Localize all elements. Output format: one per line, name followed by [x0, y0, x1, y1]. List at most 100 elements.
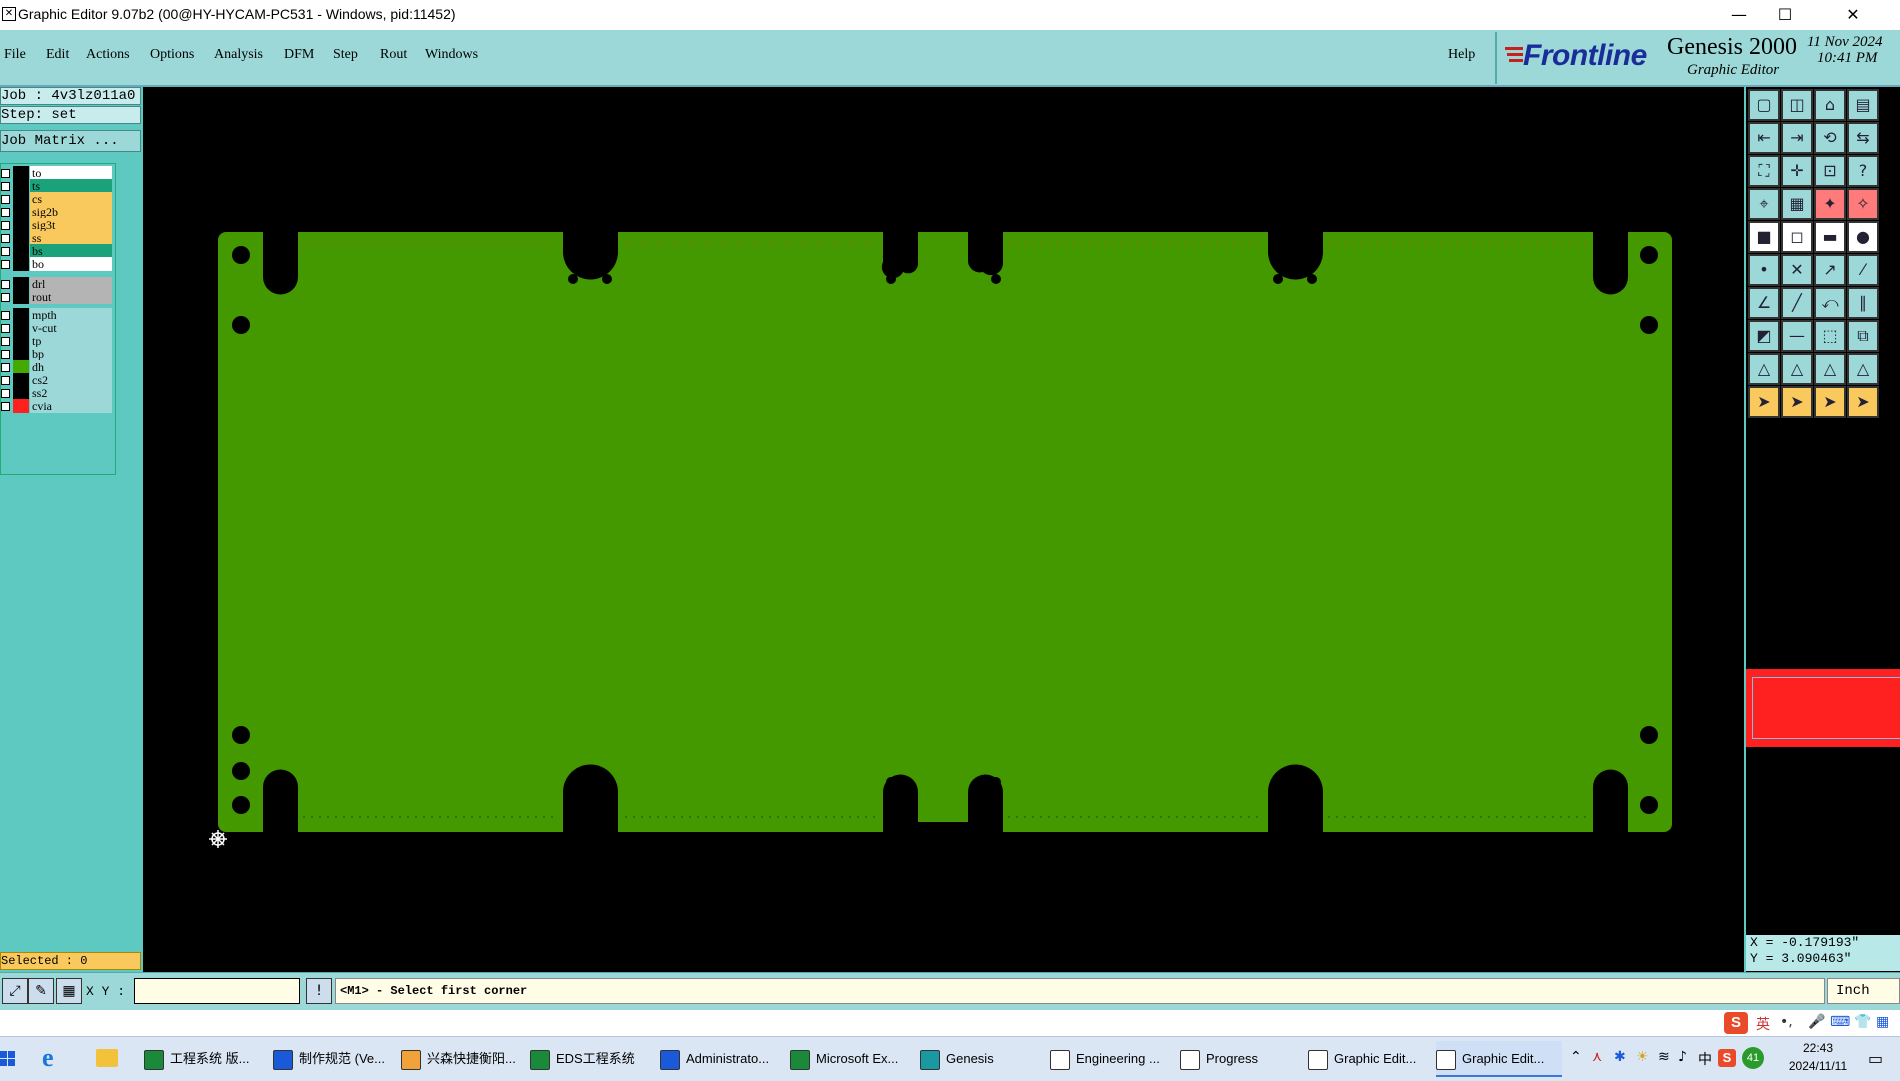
slope-icon[interactable]: ╱ — [1781, 287, 1813, 319]
snap-red-icon[interactable]: ✦ — [1814, 188, 1846, 220]
menu-step[interactable]: Step — [333, 47, 358, 63]
snap-alt-icon[interactable]: ✧ — [1847, 188, 1879, 220]
layer-checkbox[interactable] — [1, 376, 10, 385]
alert-icon[interactable]: ! — [306, 978, 332, 1004]
layer-checkbox[interactable] — [1, 247, 10, 256]
layer-row-ss[interactable]: ss — [1, 231, 113, 245]
layer-row-cvia[interactable]: cvia — [1, 399, 113, 413]
layer-color-swatch[interactable] — [13, 373, 29, 387]
layer-checkbox[interactable] — [1, 195, 10, 204]
open-job-icon[interactable]: ▢ — [1748, 89, 1780, 121]
layer-checkbox[interactable] — [1, 293, 10, 302]
layer-color-swatch[interactable] — [13, 192, 29, 206]
layer-color-swatch[interactable] — [13, 386, 29, 400]
analyze-icon[interactable]: △ — [1814, 353, 1846, 385]
layer-checkbox[interactable] — [1, 389, 10, 398]
layer-name[interactable]: sig2b — [30, 205, 112, 219]
sogou-ime-icon[interactable]: S — [1724, 1012, 1748, 1034]
layer-checkbox[interactable] — [1, 350, 10, 359]
layer-row-bo[interactable]: bo — [1, 257, 113, 271]
tray-app-icon[interactable]: ⋏ — [1592, 1049, 1602, 1065]
punct-icon[interactable]: •, — [1780, 1014, 1793, 1030]
tray-expand-icon[interactable]: ⌃ — [1570, 1049, 1582, 1065]
help-icon[interactable]: ? — [1847, 155, 1879, 187]
file-explorer-icon[interactable] — [96, 1049, 118, 1067]
layer-name[interactable]: cs — [30, 192, 112, 206]
zoom-1-1-icon[interactable]: ⊡ — [1814, 155, 1846, 187]
minimize-icon[interactable]: — — [1716, 0, 1762, 30]
layer-color-swatch[interactable] — [13, 277, 29, 291]
layer-name[interactable]: drl — [30, 277, 112, 291]
layer-name[interactable]: ts — [30, 179, 112, 193]
taskbar-item[interactable]: 制作规范 (Ve... — [273, 1041, 399, 1077]
layer-row-ss2[interactable]: ss2 — [1, 386, 113, 400]
layer-color-swatch[interactable] — [13, 166, 29, 180]
delete-node-icon[interactable]: ✕ — [1781, 254, 1813, 286]
select-icon[interactable]: ➤ — [1748, 386, 1780, 418]
mic-icon[interactable]: 🎤 — [1808, 1014, 1825, 1030]
layer-color-swatch[interactable] — [13, 321, 29, 335]
action-center-icon[interactable]: ▭ — [1868, 1049, 1883, 1068]
taskbar-item[interactable]: Administrato... — [660, 1041, 786, 1077]
layer-row-sig3t[interactable]: sig3t — [1, 218, 113, 232]
arc-icon[interactable]: ⤺ — [1814, 287, 1846, 319]
xy-input[interactable] — [134, 978, 300, 1004]
board-view[interactable] — [143, 87, 1744, 972]
edit-mode-icon[interactable]: ✎ — [28, 978, 54, 1004]
layer-name[interactable]: cs2 — [30, 373, 112, 387]
layer-color-swatch[interactable] — [13, 218, 29, 232]
layer-row-rout[interactable]: rout — [1, 290, 113, 304]
prev-step-icon[interactable]: ⇤ — [1748, 122, 1780, 154]
layer-row-bp[interactable]: bp — [1, 347, 113, 361]
menu-file[interactable]: File — [4, 47, 26, 63]
drc-icon[interactable]: △ — [1748, 353, 1780, 385]
zoom-area-icon[interactable]: ⤢ — [2, 978, 28, 1004]
taskbar-item[interactable]: Genesis — [920, 1041, 1046, 1077]
center-icon[interactable]: ✛ — [1781, 155, 1813, 187]
layer-name[interactable]: sig3t — [30, 218, 112, 232]
layer-color-swatch[interactable] — [13, 205, 29, 219]
layer-row-ts[interactable]: ts — [1, 179, 113, 193]
taskbar-item[interactable]: Engineering ... — [1050, 1041, 1176, 1077]
layer-checkbox[interactable] — [1, 363, 10, 372]
taskbar-item[interactable]: Graphic Edit... — [1308, 1041, 1434, 1077]
layer-checkbox[interactable] — [1, 260, 10, 269]
layer-name[interactable]: v-cut — [30, 321, 112, 335]
surface-icon[interactable]: ◻ — [1781, 221, 1813, 253]
layer-row-mpth[interactable]: mpth — [1, 308, 113, 322]
layer-checkbox[interactable] — [1, 182, 10, 191]
layer-row-tp[interactable]: tp — [1, 334, 113, 348]
layer-color-swatch[interactable] — [13, 308, 29, 322]
layer-color-swatch[interactable] — [13, 347, 29, 361]
unit-select[interactable]: Inch — [1827, 978, 1900, 1004]
layer-name[interactable]: bp — [30, 347, 112, 361]
clock-time[interactable]: 22:43 — [1778, 1041, 1858, 1055]
keyboard-icon[interactable]: ⌨ — [1830, 1014, 1850, 1030]
layer-color-swatch[interactable] — [13, 179, 29, 193]
select-add-icon[interactable]: ➤ — [1781, 386, 1813, 418]
angle-icon[interactable]: ∠ — [1748, 287, 1780, 319]
layer-name[interactable]: bo — [30, 257, 112, 271]
layer-row-bs[interactable]: bs — [1, 244, 113, 258]
layer-checkbox[interactable] — [1, 208, 10, 217]
undo-zoom-icon[interactable]: ⟲ — [1814, 122, 1846, 154]
overview-map[interactable] — [1746, 669, 1900, 747]
check-icon[interactable]: △ — [1781, 353, 1813, 385]
close-icon[interactable]: ✕ — [1830, 0, 1876, 30]
layer-checkbox[interactable] — [1, 280, 10, 289]
ime-mode-icon[interactable]: 英 — [1756, 1014, 1770, 1034]
menu-options[interactable]: Options — [150, 47, 194, 63]
notification-badge[interactable]: 41 — [1742, 1047, 1764, 1069]
cut-icon[interactable]: — — [1781, 320, 1813, 352]
transform-icon[interactable]: ◩ — [1748, 320, 1780, 352]
layer-name[interactable]: ss — [30, 231, 112, 245]
graphic-canvas[interactable] — [143, 87, 1744, 972]
layer-checkbox[interactable] — [1, 402, 10, 411]
layer-name[interactable]: dh — [30, 360, 112, 374]
pad-icon[interactable]: ■ — [1748, 221, 1780, 253]
layer-name[interactable]: cvia — [30, 399, 112, 413]
layer-color-swatch[interactable] — [13, 360, 29, 374]
layer-checkbox[interactable] — [1, 221, 10, 230]
taskbar-item[interactable]: 兴森快捷衡阳... — [401, 1041, 527, 1077]
snap-grid-icon[interactable]: ▦ — [56, 978, 82, 1004]
